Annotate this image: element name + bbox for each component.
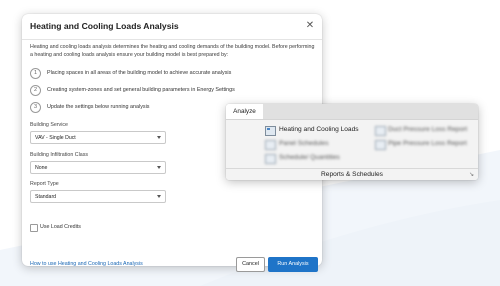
dialog-header: Heating and Cooling Loads Analysis ✕ bbox=[22, 14, 322, 40]
ribbon-item-schedule-quantities[interactable]: Schedule/ Quantities bbox=[279, 154, 340, 161]
chevron-down-icon bbox=[157, 165, 161, 169]
tab-analyze[interactable]: Analyze bbox=[226, 104, 263, 119]
panel-schedule-icon bbox=[265, 140, 276, 150]
intro-text: Heating and cooling loads analysis deter… bbox=[30, 44, 315, 58]
pipe-report-icon bbox=[375, 140, 386, 150]
infiltration-select[interactable]: None bbox=[30, 161, 166, 174]
step-number: 2 bbox=[30, 85, 41, 96]
ribbon-panel-title: Reports & Schedules bbox=[226, 168, 478, 180]
infiltration-label: Building Infiltration Class bbox=[30, 152, 88, 158]
building-service-select[interactable]: VAV - Single Duct bbox=[30, 131, 166, 144]
help-link[interactable]: How to use Heating and Cooling Loads Ana… bbox=[30, 261, 143, 267]
use-load-credits-label[interactable]: Use Load Credits bbox=[40, 224, 81, 230]
select-value: Standard bbox=[35, 193, 57, 200]
report-type-label: Report Type bbox=[30, 181, 59, 187]
duct-report-icon bbox=[375, 126, 386, 136]
step-1: 1 Placing spaces in all areas of the bui… bbox=[30, 68, 316, 79]
cancel-button[interactable]: Cancel bbox=[236, 257, 265, 272]
step-text: Update the settings below running analys… bbox=[47, 104, 150, 110]
ribbon-item-duct-pressure-loss[interactable]: Duct Pressure Loss Report bbox=[388, 126, 467, 133]
dialog-title: Heating and Cooling Loads Analysis bbox=[30, 21, 179, 31]
loads-icon bbox=[265, 126, 276, 136]
panel-expand-icon[interactable]: ↘ bbox=[469, 171, 474, 178]
step-text: Placing spaces in all areas of the build… bbox=[47, 70, 232, 76]
select-value: VAV - Single Duct bbox=[35, 134, 76, 141]
close-icon[interactable]: ✕ bbox=[305, 21, 315, 31]
report-type-select[interactable]: Standard bbox=[30, 190, 166, 203]
run-analysis-button[interactable]: Run Analysis bbox=[268, 257, 318, 272]
chevron-down-icon bbox=[157, 194, 161, 198]
building-service-label: Building Service bbox=[30, 122, 68, 128]
step-number: 1 bbox=[30, 68, 41, 79]
chevron-down-icon bbox=[157, 135, 161, 139]
ribbon-item-panel-schedules[interactable]: Panel Schedules bbox=[279, 140, 329, 147]
ribbon-tab-strip bbox=[263, 104, 478, 119]
select-value: None bbox=[35, 164, 48, 171]
step-text: Creating system-zones and set general bu… bbox=[47, 87, 235, 93]
ribbon-item-heating-cooling-loads[interactable]: Heating and Cooling Loads bbox=[279, 126, 359, 133]
analyze-ribbon-panel: Analyze Heating and Cooling Loads Duct P… bbox=[226, 104, 478, 180]
schedule-icon bbox=[265, 154, 276, 164]
ribbon-item-pipe-pressure-loss[interactable]: Pipe Pressure Loss Report bbox=[388, 140, 467, 147]
use-load-credits-checkbox[interactable] bbox=[30, 224, 38, 232]
step-number: 3 bbox=[30, 102, 41, 113]
step-2: 2 Creating system-zones and set general … bbox=[30, 85, 316, 96]
